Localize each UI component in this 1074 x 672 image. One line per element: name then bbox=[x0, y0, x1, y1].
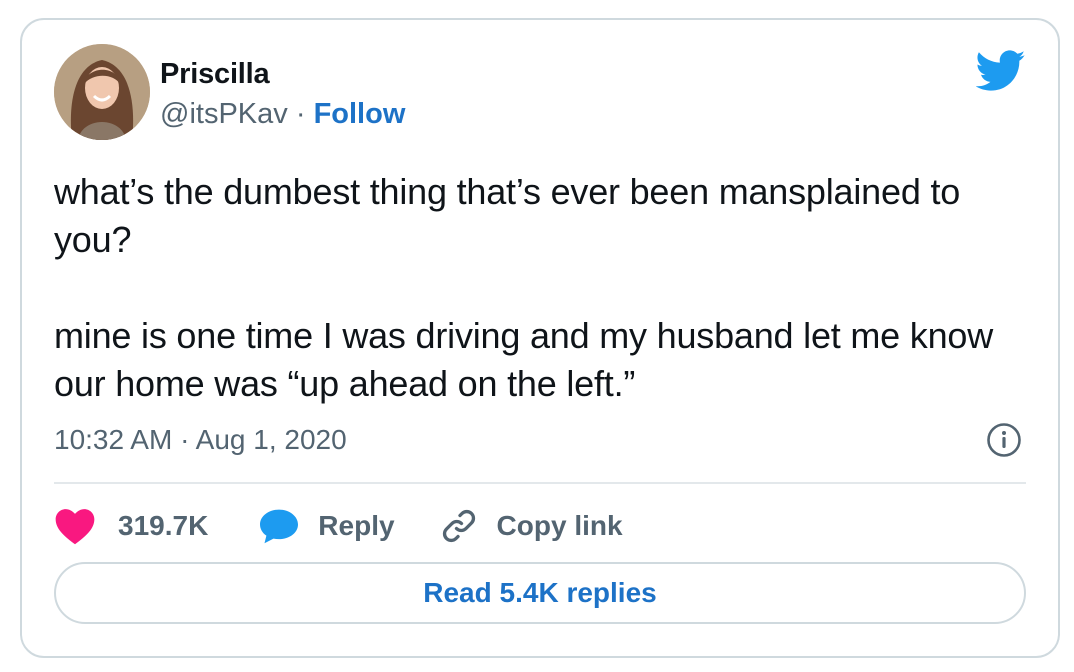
divider bbox=[54, 482, 1026, 484]
author-handle[interactable]: @itsPKav bbox=[160, 98, 288, 130]
read-replies-button[interactable]: Read 5.4K replies bbox=[54, 562, 1026, 624]
copy-link-label: Copy link bbox=[496, 510, 623, 541]
speech-bubble-icon bbox=[260, 509, 299, 544]
tweet-card: Priscilla @itsPKav · Follow what’s the d… bbox=[20, 18, 1060, 658]
reply-button[interactable]: Reply bbox=[258, 507, 395, 545]
author-handle-row: @itsPKav · Follow bbox=[160, 98, 405, 131]
tweet-timestamp[interactable]: 10:32 AM · Aug 1, 2020 bbox=[54, 424, 347, 456]
heart-icon bbox=[55, 509, 95, 545]
like-count: 319.7K bbox=[118, 510, 209, 541]
copy-link-button[interactable]: Copy link bbox=[439, 506, 623, 546]
tweet-time: 10:32 AM bbox=[54, 424, 173, 455]
link-icon bbox=[442, 509, 475, 543]
author-avatar[interactable] bbox=[54, 44, 150, 140]
tweet-text: what’s the dumbest thing that’s ever bee… bbox=[54, 168, 1034, 408]
tweet-actions: 319.7K Reply Copy link bbox=[54, 506, 623, 546]
handle-separator: · bbox=[295, 98, 306, 130]
follow-link[interactable]: Follow bbox=[314, 98, 406, 130]
tweet-paragraph: what’s the dumbest thing that’s ever bee… bbox=[54, 171, 961, 260]
tweet-paragraph: mine is one time I was driving and my hu… bbox=[54, 315, 994, 404]
meta-separator: · bbox=[180, 424, 190, 455]
author-name[interactable]: Priscilla bbox=[160, 58, 270, 91]
info-icon[interactable] bbox=[986, 422, 1022, 458]
tweet-date: Aug 1, 2020 bbox=[195, 424, 347, 455]
like-button[interactable]: 319.7K bbox=[54, 507, 208, 545]
twitter-bird-icon[interactable] bbox=[976, 50, 1026, 92]
reply-label: Reply bbox=[318, 510, 395, 541]
